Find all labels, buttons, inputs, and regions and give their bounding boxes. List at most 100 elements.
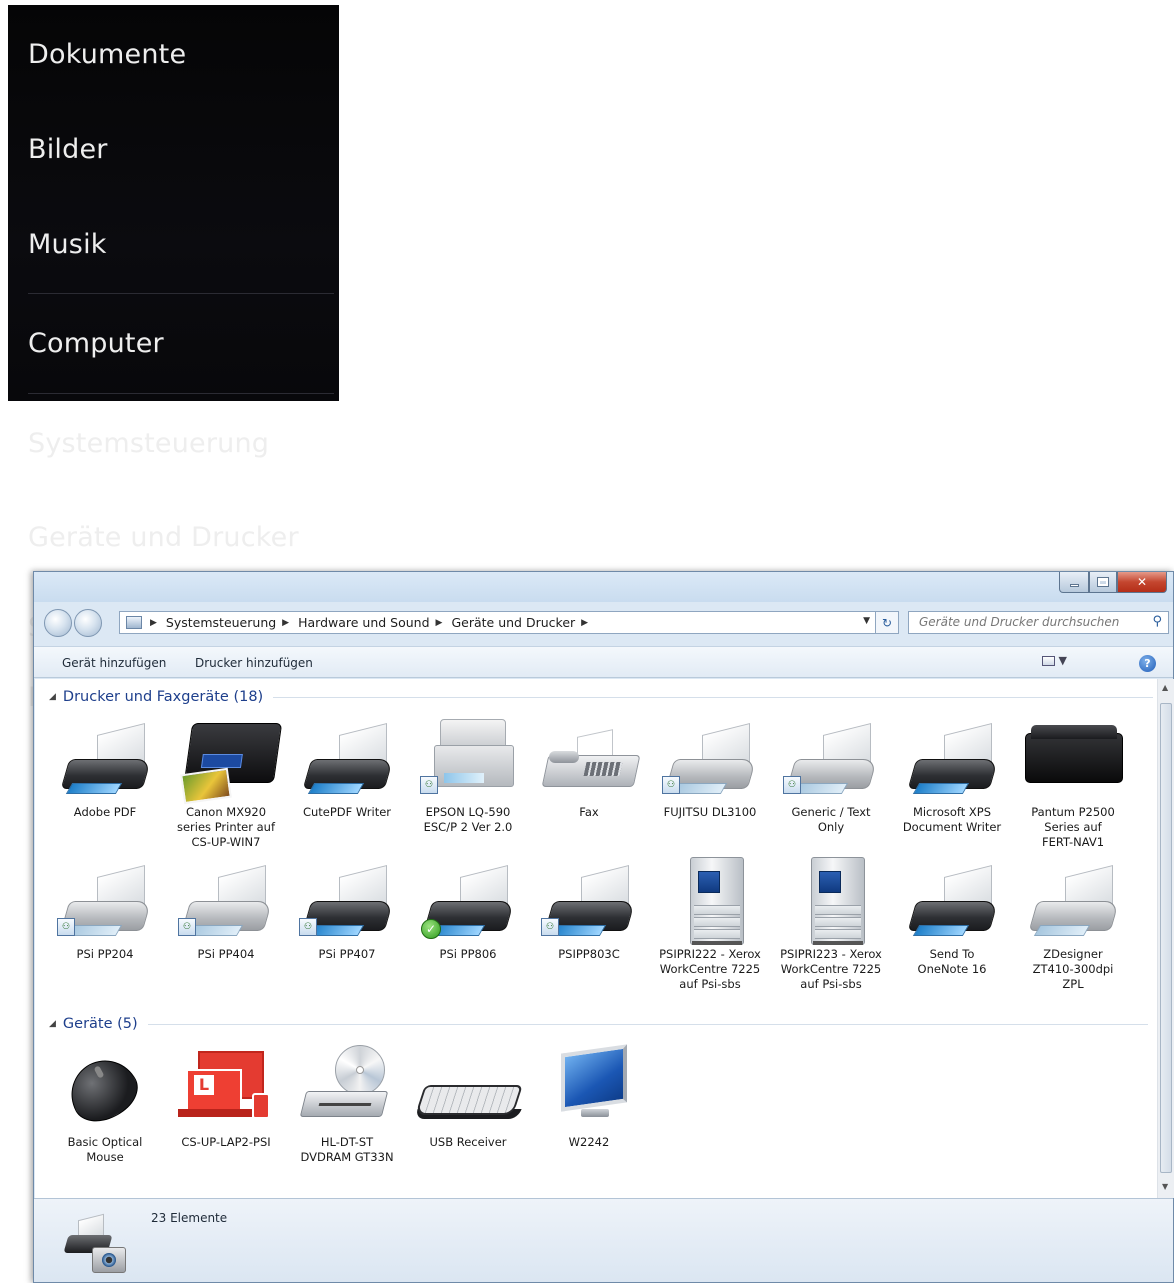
address-bar[interactable]: ▶ Systemsteuerung ▶ Hardware und Sound ▶… [119,611,879,634]
refresh-button[interactable]: ↻ [875,611,899,634]
device-label: CutePDF Writer [302,805,392,819]
device-item[interactable]: ⚇ PSIPP803C [531,857,647,962]
device-item[interactable]: ⚇ PSi PP407 [289,857,405,962]
chevron-down-icon[interactable]: ▼ [863,616,870,626]
devices-printers-icon [62,1211,132,1281]
device-label: ZDesigner ZT410-300dpi ZPL [1032,947,1114,991]
laser-printer-icon [1015,715,1131,805]
start-menu-separator [28,393,334,394]
printer-icon: ⚇ [410,715,526,805]
group-title: Drucker und Faxgeräte (18) [62,689,264,705]
device-item[interactable]: ⚇ EPSON LQ-590 ESC/P 2 Ver 2.0 [410,715,526,835]
printer-icon: ⚇ [47,857,163,947]
device-item[interactable]: Fax [531,715,647,820]
close-button[interactable]: ✕ [1117,572,1167,593]
help-icon[interactable]: ? [1139,655,1156,672]
device-label: Microsoft XPS Document Writer [902,805,1002,834]
breadcrumb-separator-icon[interactable]: ▶ [150,618,157,628]
forward-button[interactable] [74,609,102,637]
monitor-icon [531,1044,647,1135]
device-item[interactable]: HL-DT-ST DVDRAM GT33N [289,1045,405,1165]
device-label: PSi PP404 [197,947,255,961]
vertical-scrollbar[interactable]: ▲ ▼ [1157,679,1174,1198]
add-printer-button[interactable]: Drucker hinzufügen [195,656,313,670]
printer-icon: ⚇ [168,857,284,947]
start-menu-item-control-panel[interactable]: Systemsteuerung [28,427,269,461]
change-view-button[interactable]: ▼ [1042,654,1080,672]
maximize-button[interactable] [1089,572,1117,593]
device-item[interactable]: Canon MX920 series Printer auf CS-UP-WIN… [168,715,284,850]
start-menu-item-music[interactable]: Musik [28,228,107,262]
breadcrumb-separator-icon[interactable]: ▶ [436,618,443,628]
group-header-printers[interactable]: ◢ Drucker und Faxgeräte (18) [49,689,1154,705]
keyboard-icon [410,1045,526,1135]
device-item[interactable]: ⚇ PSi PP404 [168,857,284,962]
device-label: Generic / Text Only [791,805,871,834]
shared-icon: ⚇ [662,776,680,794]
device-item[interactable]: USB Receiver [410,1045,526,1150]
group-divider [273,696,1154,698]
breadcrumb-control-panel[interactable]: Systemsteuerung [166,615,276,630]
device-label: Send To OneNote 16 [917,947,987,976]
breadcrumb-devices-printers[interactable]: Geräte und Drucker [451,615,575,630]
device-label: Pantum P2500 Series auf FERT-NAV1 [1031,805,1115,849]
collapse-triangle-icon[interactable]: ◢ [49,1019,56,1029]
device-item[interactable]: ⚇ FUJITSU DL3100 [652,715,768,820]
start-menu: Dokumente Bilder Musik Computer Systemst… [8,5,339,713]
devices-printers-window: ✕ ▶ Systemsteuerung ▶ Hardware und Sound… [33,571,1174,1283]
search-icon[interactable]: ⚲ [1152,614,1162,629]
start-menu-item-documents[interactable]: Dokumente [28,38,186,72]
device-item[interactable]: L CS-UP-LAP2-PSI [168,1045,284,1150]
device-item[interactable]: W2242 [531,1044,647,1150]
device-item[interactable]: Basic Optical Mouse [47,1045,163,1165]
optical-drive-icon [289,1045,405,1135]
breadcrumb-separator-icon[interactable]: ▶ [282,618,289,628]
copier-icon [652,857,768,947]
device-label: EPSON LQ-590 ESC/P 2 Ver 2.0 [423,805,513,834]
device-label: PSIPRI223 - Xerox WorkCentre 7225 auf Ps… [780,947,882,991]
search-input[interactable]: Geräte und Drucker durchsuchen ⚲ [908,611,1169,634]
minimize-button[interactable] [1059,572,1089,593]
device-item[interactable]: ⚇ PSi PP204 [47,857,163,962]
device-item[interactable]: ZDesigner ZT410-300dpi ZPL [1015,857,1131,992]
breadcrumb-hardware-sound[interactable]: Hardware und Sound [298,615,429,630]
back-button[interactable] [44,609,72,637]
printer-icon: ✓ [410,857,526,947]
device-item[interactable]: Send To OneNote 16 [894,857,1010,977]
chevron-down-icon[interactable]: ▼ [1059,654,1067,667]
breadcrumb-separator-icon[interactable]: ▶ [581,618,588,628]
fax-icon [531,715,647,805]
copier-icon [773,857,889,947]
scrollbar-thumb[interactable] [1160,703,1172,1173]
device-item[interactable]: Microsoft XPS Document Writer [894,715,1010,835]
details-pane: 23 Elemente [34,1198,1173,1282]
refresh-icon: ↻ [881,615,893,630]
device-item[interactable]: ⚇ Generic / Text Only [773,715,889,835]
device-item[interactable]: CutePDF Writer [289,715,405,820]
device-label: HL-DT-ST DVDRAM GT33N [300,1135,394,1164]
group-header-devices[interactable]: ◢ Geräte (5) [49,1016,1148,1032]
start-menu-item-computer[interactable]: Computer [28,327,164,361]
shared-icon: ⚇ [420,776,438,794]
device-label: CS-UP-LAP2-PSI [181,1135,271,1149]
device-label: W2242 [568,1135,610,1149]
title-bar[interactable]: ✕ [34,572,1173,602]
device-item[interactable]: ✓ PSi PP806 [410,857,526,962]
device-item[interactable]: PSIPRI222 - Xerox WorkCentre 7225 auf Ps… [652,857,768,992]
group-divider [147,1023,1148,1025]
search-placeholder: Geräte und Drucker durchsuchen [919,615,1120,629]
add-device-button[interactable]: Gerät hinzufügen [62,656,166,670]
device-label: PSi PP407 [318,947,376,961]
scroll-down-icon[interactable]: ▼ [1162,1182,1168,1191]
device-item[interactable]: Pantum P2500 Series auf FERT-NAV1 [1015,715,1131,850]
start-menu-item-devices-printers[interactable]: Geräte und Drucker [28,521,299,555]
device-item[interactable]: Adobe PDF [47,715,163,820]
device-label: Adobe PDF [73,805,137,819]
device-label: Canon MX920 series Printer auf CS-UP-WIN… [176,805,275,849]
view-icon [1042,656,1055,666]
start-menu-item-pictures[interactable]: Bilder [28,133,108,167]
maximize-icon [1097,577,1109,587]
collapse-triangle-icon[interactable]: ◢ [49,692,56,702]
scroll-up-icon[interactable]: ▲ [1162,683,1168,692]
device-item[interactable]: PSIPRI223 - Xerox WorkCentre 7225 auf Ps… [773,857,889,992]
